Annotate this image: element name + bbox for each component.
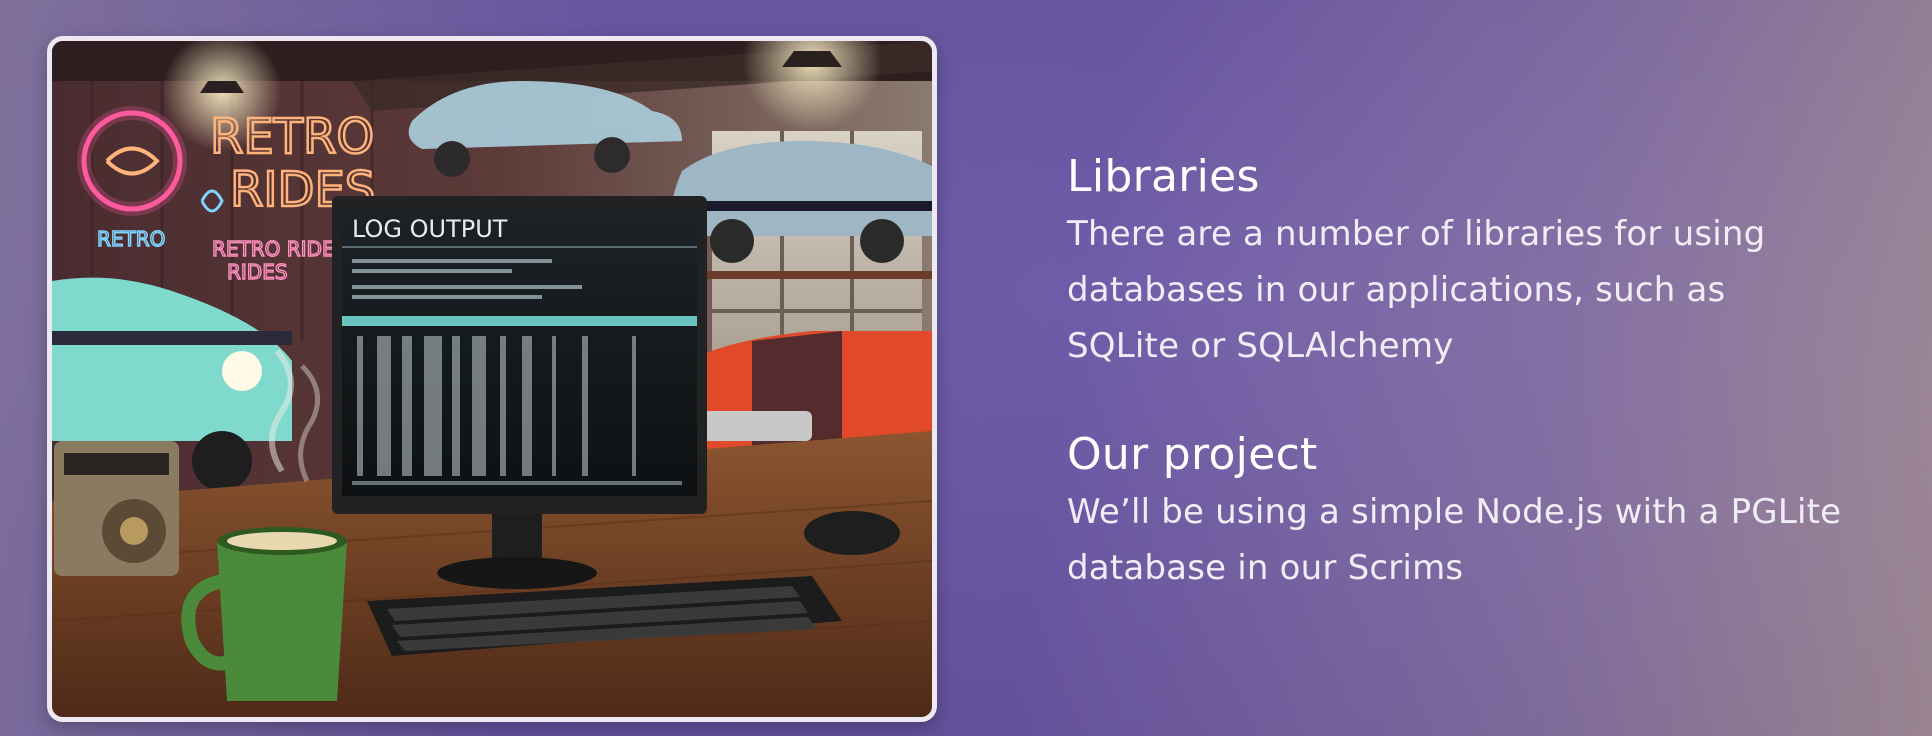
content-column: Libraries There are a number of librarie… xyxy=(1067,148,1887,648)
neon-small-label: RETRO xyxy=(97,227,165,251)
garage-scene: RETRO RIDES RETRO RETRO RIDE RIDES LOG O… xyxy=(52,41,932,717)
section-body: We’ll be using a simple Node.js with a P… xyxy=(1067,484,1887,596)
section-libraries: Libraries There are a number of librarie… xyxy=(1067,148,1887,374)
body-line: SQLite or SQLAlchemy xyxy=(1067,326,1454,366)
neon-sign-line-1: RETRO xyxy=(210,109,374,165)
body-line: We’ll be using a simple Node.js with a P… xyxy=(1067,492,1842,532)
body-line: databases in our applications, such as xyxy=(1067,270,1726,310)
garage-illustration: RETRO RIDES RETRO RETRO RIDE RIDES LOG O… xyxy=(47,36,937,722)
body-line: There are a number of libraries for usin… xyxy=(1067,214,1766,254)
neon-secondary-line-1: RETRO RIDE xyxy=(212,237,335,261)
body-line: database in our Scrims xyxy=(1067,548,1464,588)
neon-secondary-line-2: RIDES xyxy=(227,260,288,284)
section-heading: Our project xyxy=(1067,429,1318,480)
section-body: There are a number of libraries for usin… xyxy=(1067,206,1887,374)
section-heading: Libraries xyxy=(1067,151,1260,202)
section-our-project: Our project We’ll be using a simple Node… xyxy=(1067,426,1887,596)
monitor-title: LOG OUTPUT xyxy=(352,215,508,243)
